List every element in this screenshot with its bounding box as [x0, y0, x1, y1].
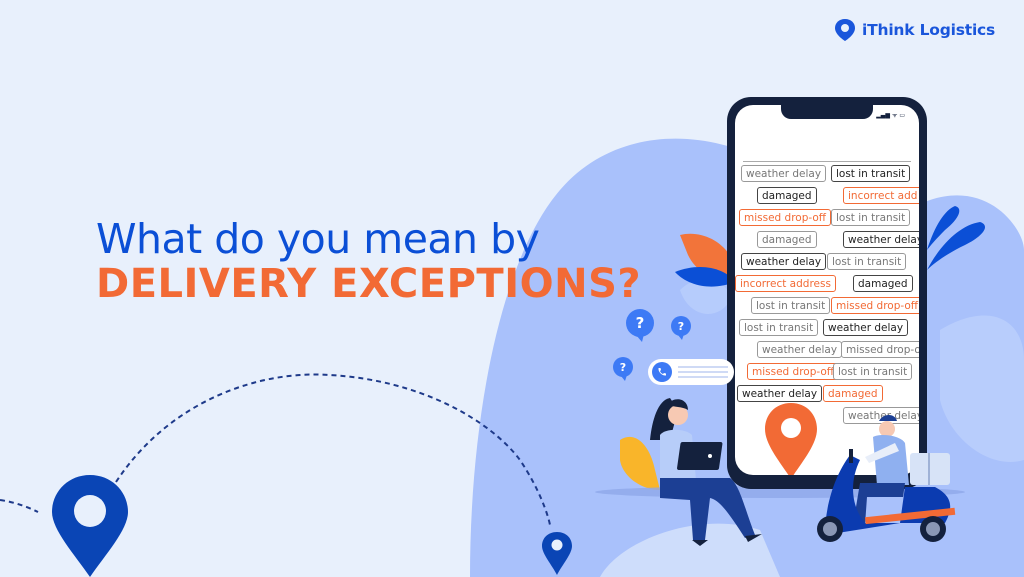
woman-with-laptop-illustration — [650, 398, 762, 546]
exception-tag: weather delay — [741, 253, 827, 270]
exception-tag: lost in transit — [827, 253, 907, 270]
exception-tag: missed drop-of — [841, 341, 919, 358]
delivery-scooter-rider-illustration — [817, 415, 956, 542]
brand-name: iThink Logistics — [862, 21, 996, 39]
headline: What do you mean by DELIVERY EXCEPTIONS? — [96, 216, 641, 306]
svg-text:?: ? — [636, 314, 645, 332]
question-bubble-icon: ? — [613, 357, 633, 381]
svg-text:?: ? — [620, 361, 626, 374]
exception-tag: damaged — [757, 231, 817, 248]
brand-logo: iThink Logistics — [834, 18, 995, 42]
exception-tag: lost in transit — [831, 165, 911, 182]
headline-topic: DELIVERY EXCEPTIONS? — [96, 261, 642, 307]
phone-icon — [652, 362, 672, 382]
dashed-route — [0, 499, 39, 513]
question-bubble-icon: ? — [626, 309, 654, 342]
call-chat-bubble — [648, 359, 734, 385]
exception-tag: weather delay — [757, 341, 843, 358]
exception-tag: missed drop-off — [747, 363, 840, 380]
exception-tag: lost in transit — [739, 319, 819, 336]
exception-tag: damaged — [823, 385, 883, 402]
exception-tag: damaged — [757, 187, 817, 204]
exception-tag: lost in transit — [833, 363, 913, 380]
location-pin-logo-icon — [835, 19, 855, 41]
phone-notch — [781, 105, 873, 119]
location-pin-icon — [52, 475, 128, 577]
exception-tag: weather delay — [843, 231, 919, 248]
exception-tag: weather delay — [741, 165, 827, 182]
exception-tag: incorrect add — [843, 187, 919, 204]
headline-question: What do you mean by — [96, 215, 540, 263]
exception-tag: damaged — [853, 275, 913, 292]
exception-tag: lost in transit — [751, 297, 831, 314]
exception-tag: lost in transit — [831, 209, 911, 226]
exception-tag: incorrect address — [735, 275, 836, 292]
question-bubble-icon: ? — [671, 316, 691, 340]
divider — [743, 161, 911, 162]
svg-text:?: ? — [678, 320, 684, 333]
status-bar-icons: ▂▄▆ ᯤ ▭ — [876, 112, 905, 119]
exception-tag: weather delay — [823, 319, 909, 336]
exception-tag: missed drop-off — [739, 209, 832, 226]
exception-tag: missed drop-off — [831, 297, 919, 314]
